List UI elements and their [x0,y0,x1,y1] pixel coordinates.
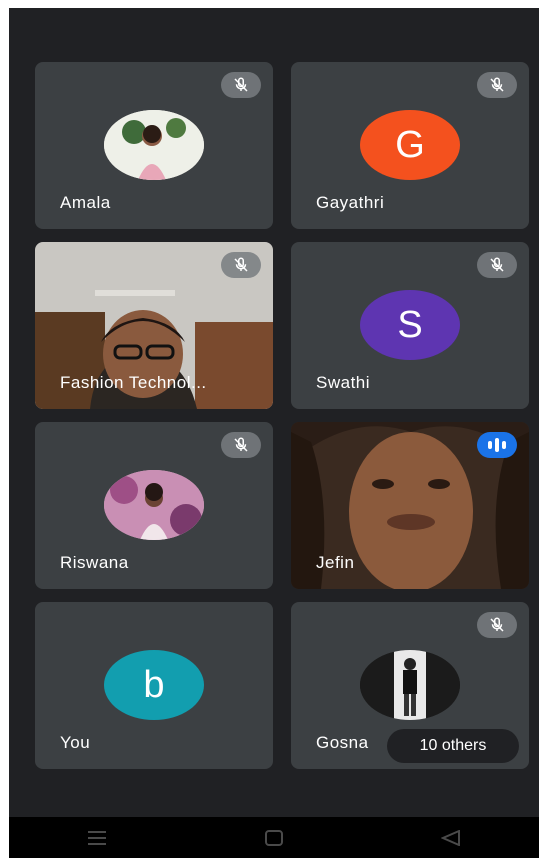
participant-avatar-photo [104,110,204,180]
mic-off-icon [477,252,517,278]
participant-name: Gosna [316,733,369,752]
home-icon[interactable] [264,829,284,846]
participant-tile-swathi[interactable]: S Swathi [291,242,529,409]
audio-level-icon [477,432,517,458]
mic-off-icon [477,72,517,98]
meeting-screen: Amala G Gayathri Fashion Technol... S Sw… [9,8,539,858]
others-button[interactable]: 10 others [387,729,519,763]
participant-name: Amala [60,193,111,212]
participant-name: Riswana [60,553,129,572]
mic-off-icon [477,612,517,638]
participant-name: Gayathri [316,193,385,212]
participant-avatar-photo [360,650,460,720]
participant-name: Jefin [316,553,355,572]
system-nav-bar [9,817,539,858]
back-icon[interactable] [440,829,461,846]
mic-off-icon [221,72,261,98]
participant-tile-riswana[interactable]: Riswana [35,422,273,589]
participant-tile-you[interactable]: b You [35,602,273,769]
participant-name: Fashion Technol... [60,373,207,392]
participant-tile-jefin[interactable]: Jefin [291,422,529,589]
mic-off-icon [221,252,261,278]
participant-name: You [60,733,91,752]
participant-name: Swathi [316,373,371,392]
participant-avatar-photo [104,470,204,540]
participant-tile-gayathri[interactable]: G Gayathri [291,62,529,229]
participant-avatar-initial: b [104,650,204,720]
participant-avatar-initial: G [360,110,460,180]
recents-icon[interactable] [87,830,107,846]
participant-avatar-initial: S [360,290,460,360]
mic-off-icon [221,432,261,458]
participant-tile-gosna[interactable]: Gosna 10 others [291,602,529,769]
participant-tile-amala[interactable]: Amala [35,62,273,229]
participant-tile-fashion-technology[interactable]: Fashion Technol... [35,242,273,409]
